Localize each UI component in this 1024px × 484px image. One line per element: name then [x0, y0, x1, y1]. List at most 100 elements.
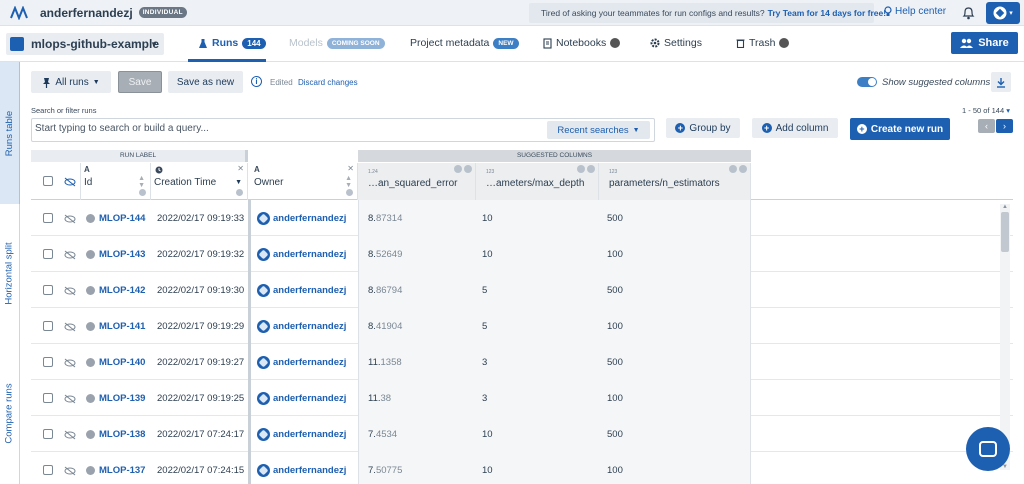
scrollbar-thumb[interactable]: [1001, 212, 1009, 252]
owner-cell[interactable]: anderfernandezj: [257, 344, 346, 380]
owner-cell[interactable]: anderfernandezj: [257, 200, 346, 236]
row-checkbox[interactable]: [43, 429, 53, 439]
table-row[interactable]: MLOP-144 2022/02/17 09:19:33 anderfernande…: [31, 200, 1013, 236]
column-header-mean-squared-error[interactable]: 1.24 …an_squared_error: [358, 163, 476, 200]
gear-icon[interactable]: [236, 189, 243, 196]
promo-link[interactable]: Try Team for 14 days for free!: [768, 8, 886, 18]
sort-desc-icon[interactable]: ▼: [235, 179, 242, 186]
owner-cell[interactable]: anderfernandezj: [257, 416, 346, 452]
user-avatar-menu[interactable]: ▾: [986, 2, 1020, 24]
next-page-button[interactable]: ›: [996, 119, 1013, 133]
previous-page-button[interactable]: ‹: [978, 119, 995, 133]
discard-changes-link[interactable]: Discard changes: [298, 78, 358, 87]
run-id-link[interactable]: MLOP-144: [99, 213, 145, 224]
eye-off-icon[interactable]: [64, 286, 76, 296]
tab-trash[interactable]: Trash: [736, 37, 790, 49]
side-tab-horizontal-split[interactable]: Horizontal split: [0, 204, 20, 342]
run-id-cell[interactable]: MLOP-137: [86, 452, 145, 484]
workspace-name[interactable]: anderfernandezj: [40, 6, 133, 20]
column-header-id[interactable]: A Id ▲ ▼: [81, 163, 151, 200]
help-center-link[interactable]: Help center: [884, 6, 946, 17]
run-id-cell[interactable]: MLOP-139: [86, 380, 145, 416]
column-add-remove-controls[interactable]: [729, 165, 747, 173]
scroll-up-icon[interactable]: ▲: [1002, 204, 1008, 210]
info-icon[interactable]: i: [251, 76, 262, 87]
eye-off-icon[interactable]: [64, 430, 76, 440]
run-id-cell[interactable]: MLOP-143: [86, 236, 145, 272]
run-id-cell[interactable]: MLOP-144: [86, 200, 145, 236]
tab-settings[interactable]: Settings: [650, 37, 702, 49]
run-id-cell[interactable]: MLOP-140: [86, 344, 145, 380]
row-checkbox[interactable]: [43, 357, 53, 367]
eye-off-icon[interactable]: [64, 250, 76, 260]
column-header-n-estimators[interactable]: 123 parameters/n_estimators: [599, 163, 751, 200]
owner-cell[interactable]: anderfernandezj: [257, 380, 346, 416]
table-row[interactable]: MLOP-140 2022/02/17 09:19:27 anderfernande…: [31, 344, 1013, 380]
tab-runs[interactable]: Runs 144: [198, 37, 266, 49]
sort-icon[interactable]: ▲ ▼: [345, 175, 352, 189]
table-row[interactable]: MLOP-138 2022/02/17 07:24:17 anderfernande…: [31, 416, 1013, 452]
table-row[interactable]: MLOP-141 2022/02/17 09:19:29 anderfernande…: [31, 308, 1013, 344]
table-scrollbar[interactable]: ▲ ▼: [1000, 204, 1010, 470]
eye-off-icon[interactable]: [64, 322, 76, 332]
table-row[interactable]: MLOP-142 2022/02/17 09:19:30 anderfernande…: [31, 272, 1013, 308]
owner-cell[interactable]: anderfernandezj: [257, 236, 346, 272]
row-checkbox[interactable]: [43, 285, 53, 295]
close-icon[interactable]: ✕: [347, 164, 354, 173]
neptune-logo-icon[interactable]: [10, 5, 28, 20]
column-add-remove-controls[interactable]: [454, 165, 472, 173]
column-header-max-depth[interactable]: 123 …ameters/max_depth: [476, 163, 599, 200]
gear-icon[interactable]: [346, 189, 353, 196]
run-id-link[interactable]: MLOP-137: [99, 465, 145, 476]
side-tab-compare-runs[interactable]: Compare runs: [0, 342, 20, 484]
download-button[interactable]: [991, 72, 1011, 92]
create-new-run-button[interactable]: + Create new run: [850, 118, 950, 140]
gear-icon[interactable]: [139, 189, 146, 196]
column-add-remove-controls[interactable]: [577, 165, 595, 173]
eye-off-icon[interactable]: [64, 394, 76, 404]
view-selector-button[interactable]: All runs ▼: [31, 71, 111, 93]
table-row[interactable]: MLOP-143 2022/02/17 09:19:32 anderfernande…: [31, 236, 1013, 272]
close-icon[interactable]: ✕: [237, 164, 244, 173]
add-column-button[interactable]: + Add column: [752, 118, 838, 138]
column-header-creation-time[interactable]: Creation Time ✕ ▼: [151, 163, 248, 200]
run-id-link[interactable]: MLOP-138: [99, 429, 145, 440]
run-id-link[interactable]: MLOP-140: [99, 357, 145, 368]
save-button[interactable]: Save: [118, 71, 162, 93]
group-by-button[interactable]: + Group by: [666, 118, 740, 138]
column-header-owner[interactable]: A Owner ✕ ▲ ▼: [251, 163, 358, 200]
tab-project-metadata[interactable]: Project metadata NEW: [410, 37, 519, 49]
tab-notebooks[interactable]: Notebooks: [543, 37, 621, 49]
bell-icon[interactable]: [962, 6, 975, 20]
share-button[interactable]: Share: [951, 32, 1018, 54]
suggested-columns-toggle[interactable]: [857, 77, 877, 87]
eye-off-icon[interactable]: [64, 358, 76, 368]
row-checkbox[interactable]: [43, 321, 53, 331]
select-all-checkbox[interactable]: [43, 176, 53, 186]
run-id-link[interactable]: MLOP-142: [99, 285, 145, 296]
run-id-cell[interactable]: MLOP-142: [86, 272, 145, 308]
chat-support-button[interactable]: [966, 427, 1010, 471]
owner-cell[interactable]: anderfernandezj: [257, 452, 346, 484]
eye-off-icon[interactable]: [64, 466, 76, 476]
save-as-new-button[interactable]: Save as new: [168, 71, 243, 93]
run-id-link[interactable]: MLOP-139: [99, 393, 145, 404]
run-id-cell[interactable]: MLOP-138: [86, 416, 145, 452]
table-row[interactable]: MLOP-139 2022/02/17 09:19:25 anderfernande…: [31, 380, 1013, 416]
owner-cell[interactable]: anderfernandezj: [257, 272, 346, 308]
sort-icon[interactable]: ▲ ▼: [138, 175, 145, 189]
run-id-cell[interactable]: MLOP-141: [86, 308, 145, 344]
run-id-link[interactable]: MLOP-143: [99, 249, 145, 260]
eye-off-icon[interactable]: [64, 214, 76, 224]
owner-cell[interactable]: anderfernandezj: [257, 308, 346, 344]
project-selector[interactable]: mlops-github-example ▼: [6, 33, 164, 55]
side-tab-runs-table[interactable]: Runs table: [0, 62, 20, 204]
recent-searches-button[interactable]: Recent searches ▼: [547, 121, 650, 139]
row-checkbox[interactable]: [43, 393, 53, 403]
row-checkbox[interactable]: [43, 249, 53, 259]
table-row[interactable]: MLOP-137 2022/02/17 07:24:15 anderfernande…: [31, 452, 1013, 484]
pagination-range[interactable]: 1 - 50 of 144 ▾: [962, 106, 1010, 115]
run-id-link[interactable]: MLOP-141: [99, 321, 145, 332]
search-input[interactable]: [35, 123, 535, 134]
eye-off-icon[interactable]: [64, 177, 76, 187]
